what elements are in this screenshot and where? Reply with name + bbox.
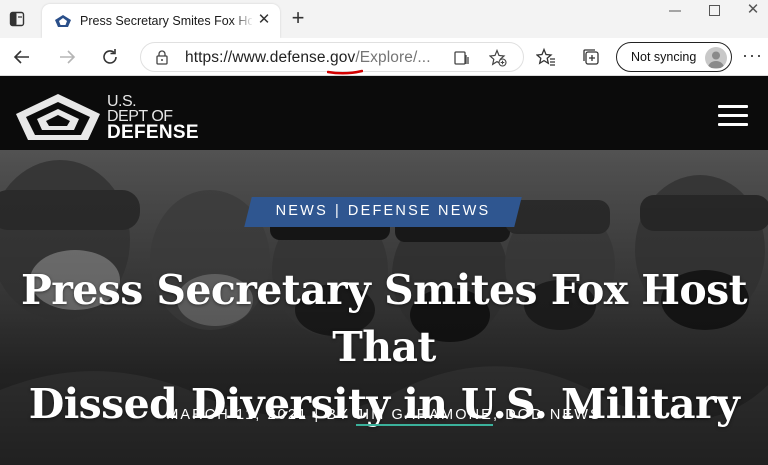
hamburger-menu-icon[interactable] — [718, 105, 748, 127]
category-defense-news-link[interactable]: DEFENSE NEWS — [348, 203, 490, 219]
sync-status-label: Not syncing — [631, 50, 697, 64]
refresh-icon[interactable] — [98, 45, 122, 69]
profile-sync-button[interactable]: Not syncing — [616, 42, 732, 72]
back-icon[interactable] — [10, 45, 34, 69]
brand-line-defense: DEFENSE — [107, 122, 199, 143]
headline-line-1: Press Secretary Smites Fox Host That — [21, 266, 747, 371]
lock-icon[interactable] — [154, 49, 170, 65]
address-annotation-underline — [327, 69, 363, 75]
article-hero: NEWS | DEFENSE NEWS Press Secretary Smites… — [0, 150, 768, 465]
site-brand[interactable]: U.S. DEPT OF DEFENSE — [107, 93, 199, 143]
byline-separator: | — [314, 407, 321, 423]
pentagon-logo-icon[interactable] — [14, 92, 102, 142]
address-path: /Explore/... — [355, 49, 431, 66]
window-maximize-button[interactable] — [709, 5, 720, 16]
category-tag: NEWS | DEFENSE NEWS — [244, 197, 522, 227]
browser-toolbar: https://www.defense.gov/Explore/... Not … — [0, 38, 768, 76]
site-header: U.S. DEPT OF DEFENSE — [0, 76, 768, 150]
more-menu-button[interactable]: ··· — [742, 46, 762, 64]
window-minimize-button[interactable] — [668, 3, 682, 17]
forward-icon[interactable] — [55, 45, 79, 69]
byline-source: , DOD NEWS — [492, 407, 602, 423]
address-url[interactable]: https://www.defense.gov/Explore/... — [185, 49, 431, 67]
window-close-button[interactable]: ✕ — [745, 0, 761, 18]
article-byline: MARCH 11, 2021 | BY JIM GARAMONE, DOD NE… — [0, 407, 768, 426]
profile-avatar-icon — [705, 47, 727, 69]
tab-actions-icon[interactable] — [8, 10, 26, 28]
collections-icon[interactable] — [579, 45, 603, 69]
reader-view-icon[interactable] — [453, 49, 471, 67]
article-date: MARCH 11, 2021 — [166, 407, 309, 423]
byline-prefix: BY — [326, 407, 350, 423]
address-bar[interactable]: https://www.defense.gov/Explore/... — [140, 42, 524, 75]
browser-tab-active[interactable]: Press Secretary Smites Fox Host ✕ — [42, 4, 280, 38]
add-favorite-icon[interactable] — [488, 48, 507, 67]
brand-line-us: U.S. — [107, 93, 137, 110]
tab-close-icon[interactable]: ✕ — [256, 12, 272, 28]
browser-tab-strip: Press Secretary Smites Fox Host ✕ + ✕ — [0, 0, 768, 38]
author-link[interactable]: JIM GARAMONE — [355, 407, 493, 426]
pentagon-favicon-icon — [54, 14, 72, 28]
tab-title: Press Secretary Smites Fox Host — [80, 14, 252, 28]
category-news-link[interactable]: NEWS — [276, 203, 328, 219]
category-separator: | — [334, 203, 341, 219]
address-host: https://www.defense.gov — [185, 49, 356, 66]
new-tab-button[interactable]: + — [288, 7, 308, 29]
favorites-icon[interactable] — [534, 45, 558, 69]
